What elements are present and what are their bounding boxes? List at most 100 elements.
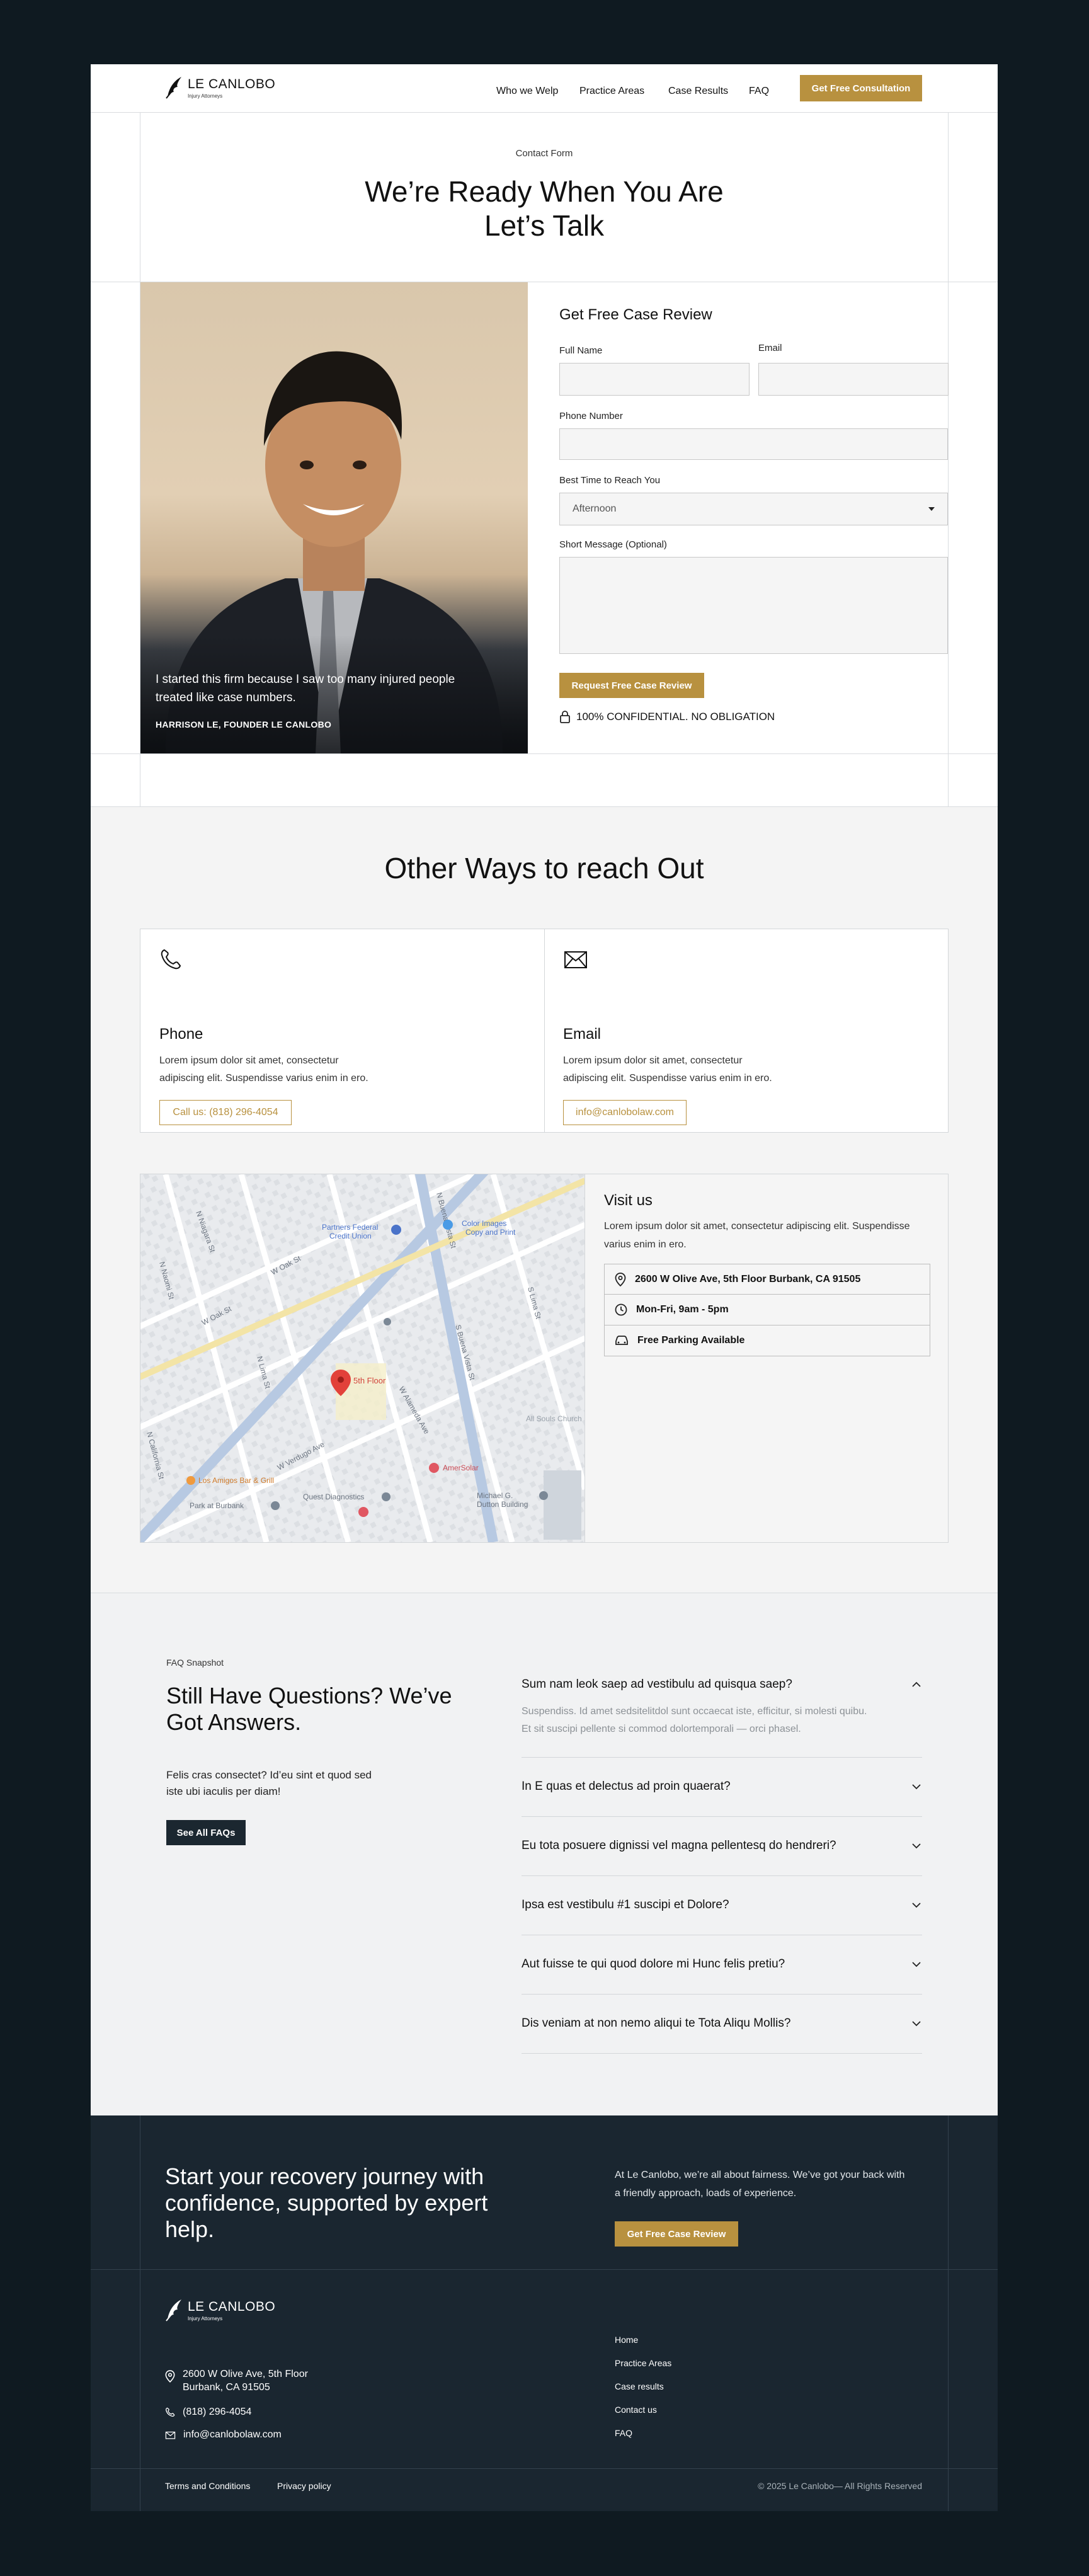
caret-down-icon [928, 507, 935, 511]
footer-link-contact[interactable]: Contact us [615, 2398, 671, 2422]
faq-question: Aut fuisse te qui quod dolore mi Hunc fe… [522, 1957, 785, 1971]
cta-text-line: a friendly approach, loads of experience… [615, 2188, 797, 2199]
faq-intro-line: Felis cras consectet? Id’eu sint et quod… [166, 1769, 372, 1781]
faq-question: Sum nam leok saep ad vestibulu ad quisqu… [522, 1678, 792, 1691]
nav-link[interactable]: Who we Welp [496, 86, 558, 97]
faq-title-line: Still Have Questions? We’ve [166, 1683, 452, 1709]
faq-section: FAQ Snapshot Still Have Questions? We’ve… [91, 1593, 998, 2115]
faq-answer-line: Et sit suscipi pellente si commod dolort… [522, 1724, 801, 1734]
footer-phone[interactable]: (818) 296-4054 [165, 2407, 251, 2418]
call-us-button[interactable]: Call us: (818) 296-4054 [159, 1100, 292, 1125]
time-label: Best Time to Reach You [559, 475, 661, 486]
get-consultation-button[interactable]: Get Free Consultation [800, 75, 922, 101]
brand-logo[interactable]: LE CANLOBO Injury Attorneys [165, 76, 275, 100]
brand-tagline: Injury Attorneys [188, 93, 223, 99]
phone-input[interactable] [559, 428, 948, 460]
footer-link-home[interactable]: Home [615, 2328, 671, 2352]
phone-card-text: Lorem ipsum dolor sit amet, consectetur … [159, 1052, 512, 1087]
svg-text:Color Images: Color Images [462, 1219, 506, 1228]
nav-link[interactable]: Practice Areas [579, 86, 644, 97]
chevron-down-icon [912, 1903, 921, 1908]
quote-author: HARRISON LE, FOUNDER LE CANLOBO [156, 719, 332, 730]
hero-eyebrow: Contact Form [515, 148, 573, 159]
hours-text: Mon-Fri, 9am - 5pm [636, 1304, 729, 1315]
faq-item[interactable]: In E quas et delectus ad proin quaerat? [522, 1777, 922, 1796]
email-input[interactable] [758, 363, 949, 396]
faq-item[interactable]: Eu tota posuere dignissi vel magna pelle… [522, 1836, 922, 1855]
full-name-label: Full Name [559, 345, 603, 356]
best-time-select[interactable]: Afternoon [559, 493, 948, 525]
envelope-icon [564, 951, 587, 968]
faq-intro: Felis cras consectet? Id’eu sint et quod… [166, 1767, 372, 1800]
faq-item[interactable]: Ipsa est vestibulu #1 suscipi et Dolore? [522, 1896, 922, 1915]
faq-question: Eu tota posuere dignissi vel magna pelle… [522, 1839, 836, 1852]
email-card-text-line: adipiscing elit. Suspendisse varius enim… [563, 1073, 772, 1084]
footer-phone-text: (818) 296-4054 [183, 2407, 252, 2417]
nav-practice-areas[interactable]: Practice Areas [579, 79, 644, 103]
hours-row: Mon-Fri, 9am - 5pm [604, 1295, 930, 1325]
site-footer: Start your recovery journey with confide… [91, 2115, 998, 2511]
nav-link[interactable]: FAQ [749, 86, 769, 97]
location-map[interactable]: N Niagara St N Naomi St W Oak St W Oak S… [140, 1174, 585, 1542]
message-textarea[interactable] [559, 557, 948, 654]
svg-text:AmerSolar: AmerSolar [443, 1463, 479, 1472]
faq-item[interactable]: Dis veniam at non nemo aliqui te Tota Al… [522, 2014, 922, 2033]
svg-text:Copy and Print: Copy and Print [465, 1228, 516, 1237]
cta-case-review-button[interactable]: Get Free Case Review [615, 2221, 738, 2247]
nav-link[interactable]: Case Results [668, 86, 728, 97]
contact-cards: Phone Lorem ipsum dolor sit amet, consec… [140, 929, 949, 1133]
confidential-text: 100% CONFIDENTIAL. NO OBLIGATION [576, 711, 775, 723]
see-all-faqs-button[interactable]: See All FAQs [166, 1820, 246, 1845]
footer-address-line: Burbank, CA 91505 [183, 2382, 270, 2393]
footer-link-faq[interactable]: FAQ [615, 2422, 671, 2445]
form-title: Get Free Case Review [559, 306, 712, 323]
faq-title-line: Got Answers. [166, 1709, 302, 1735]
terms-link[interactable]: Terms and Conditions [165, 2481, 250, 2491]
phone-card: Phone Lorem ipsum dolor sit amet, consec… [159, 948, 512, 1125]
address-row[interactable]: 2600 W Olive Ave, 5th Floor Burbank, CA … [604, 1264, 930, 1295]
nav-who-we-help[interactable]: Who we Welp [496, 79, 558, 103]
lock-icon [560, 711, 570, 723]
nav-case-results[interactable]: Case Results [668, 79, 728, 103]
hero-title-line: Let’s Talk [484, 209, 605, 242]
email-card: Email Lorem ipsum dolor sit amet, consec… [563, 948, 916, 1125]
brand-name: LE CANLOBO [188, 76, 276, 91]
faq-item[interactable]: Sum nam leok saep ad vestibulu ad quisqu… [522, 1675, 922, 1694]
feather-logo-icon [166, 77, 181, 99]
visit-text-line: varius enim in ero. [604, 1239, 687, 1250]
car-icon [615, 1336, 628, 1345]
map-pin-icon [165, 2370, 175, 2383]
footer-email[interactable]: info@canlobolaw.com [165, 2429, 282, 2441]
map-pin-icon [615, 1272, 626, 1286]
parking-row: Free Parking Available [604, 1325, 930, 1356]
phone-icon [161, 949, 181, 970]
faq-item[interactable]: Aut fuisse te qui quod dolore mi Hunc fe… [522, 1955, 922, 1974]
cta-title: Start your recovery journey with confide… [165, 2163, 487, 2243]
other-ways-section: Other Ways to reach Out Phone Lorem ipsu… [91, 806, 998, 1593]
phone-card-title: Phone [159, 1026, 203, 1043]
privacy-link[interactable]: Privacy policy [277, 2481, 331, 2491]
email-us-button[interactable]: info@canlobolaw.com [563, 1100, 687, 1125]
cta-text-line: At Le Canlobo, we’re all about fairness.… [615, 2170, 905, 2180]
footer-logo[interactable]: LE CANLOBO Injury Attorneys [165, 2298, 275, 2322]
footer-address: 2600 W Olive Ave, 5th Floor Burbank, CA … [165, 2367, 308, 2394]
footer-brand-tagline: Injury Attorneys [188, 2315, 223, 2321]
svg-text:All Souls Church: All Souls Church [526, 1414, 582, 1423]
email-card-text-line: Lorem ipsum dolor sit amet, consectetur [563, 1055, 743, 1066]
copyright: © 2025 Le Canlobo— All Rights Reserved [758, 2481, 922, 2491]
footer-link-practice-areas[interactable]: Practice Areas [615, 2352, 671, 2375]
cta-title-line: confidence, supported by expert [165, 2190, 488, 2216]
nav-faq[interactable]: FAQ [749, 79, 769, 103]
visit-text: Lorem ipsum dolor sit amet, consectetur … [604, 1217, 930, 1254]
full-name-input[interactable] [559, 363, 750, 396]
request-review-button[interactable]: Request Free Case Review [559, 673, 704, 698]
chevron-down-icon [912, 1843, 921, 1849]
footer-brand-name: LE CANLOBO [188, 2299, 276, 2314]
svg-text:Los Amigos Bar & Grill: Los Amigos Bar & Grill [198, 1476, 274, 1485]
footer-link-case-results[interactable]: Case results [615, 2375, 671, 2398]
footer-links: Home Practice Areas Case results Contact… [615, 2328, 671, 2445]
svg-text:Park at Burbank: Park at Burbank [190, 1501, 244, 1510]
chevron-up-icon [912, 1681, 921, 1687]
svg-text:Quest Diagnostics: Quest Diagnostics [303, 1492, 364, 1501]
best-time-value: Afternoon [573, 503, 617, 514]
